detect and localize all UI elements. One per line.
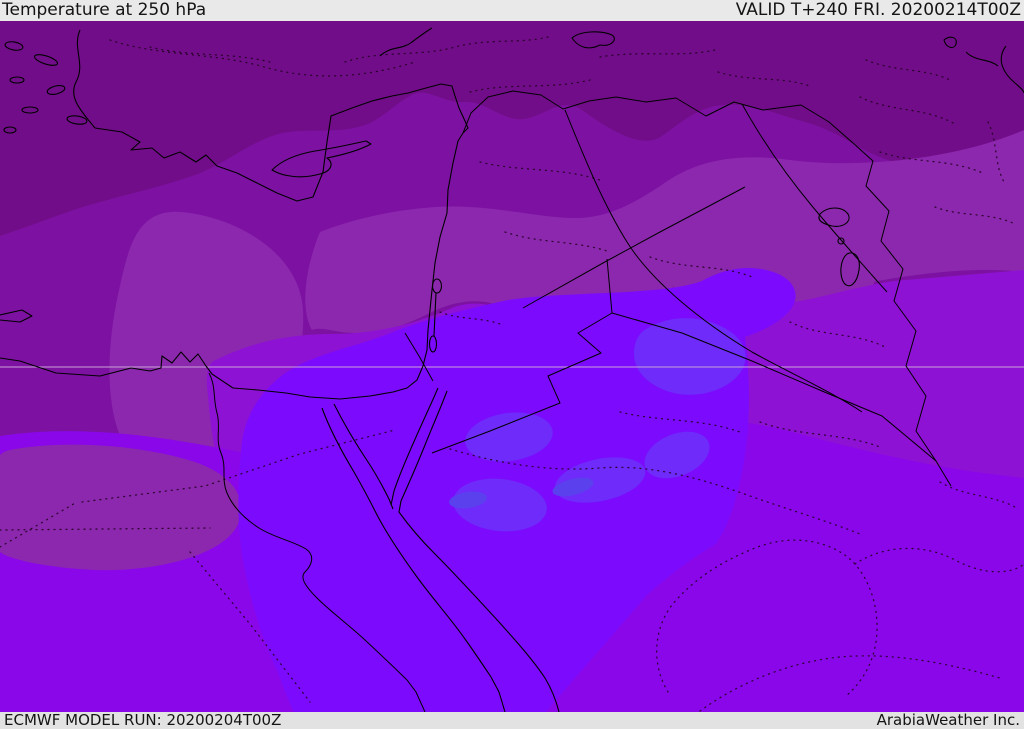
temperature-map-svg xyxy=(0,21,1024,712)
valid-time-label: VALID T+240 FRI. 20200214T00Z xyxy=(735,0,1021,20)
map-title: Temperature at 250 hPa xyxy=(2,0,207,20)
header-bar: Temperature at 250 hPa VALID T+240 FRI. … xyxy=(0,0,1024,21)
credit-label: ArabiaWeather Inc. xyxy=(876,711,1020,729)
weather-map xyxy=(0,21,1024,712)
model-run-label: ECMWF MODEL RUN: 20200204T00Z xyxy=(4,711,282,729)
footer-bar: ECMWF MODEL RUN: 20200204T00Z ArabiaWeat… xyxy=(0,712,1024,729)
